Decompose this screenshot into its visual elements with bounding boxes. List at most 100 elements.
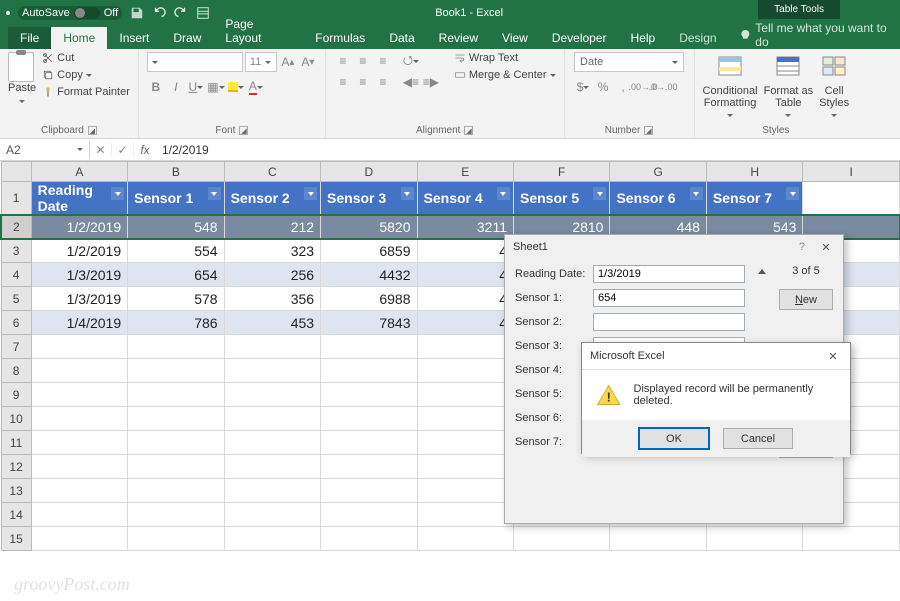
cell[interactable] bbox=[321, 431, 417, 455]
row-header[interactable]: 12 bbox=[1, 455, 31, 479]
undo-icon[interactable] bbox=[152, 6, 166, 20]
row-header[interactable]: 4 bbox=[1, 263, 31, 287]
conditional-formatting-button[interactable]: Conditional Formatting bbox=[703, 52, 758, 120]
filter-icon[interactable] bbox=[304, 187, 317, 200]
row-header[interactable]: 11 bbox=[1, 431, 31, 455]
increase-indent-button[interactable]: ≡▶ bbox=[422, 73, 440, 91]
col-header[interactable]: I bbox=[803, 162, 900, 182]
align-center-button[interactable]: ≡ bbox=[354, 73, 372, 91]
cell[interactable]: 1/4/2019 bbox=[31, 311, 127, 335]
cell[interactable] bbox=[31, 527, 127, 551]
format-painter-button[interactable]: Format Painter bbox=[42, 86, 130, 98]
align-bottom-button[interactable]: ≡ bbox=[374, 52, 392, 70]
cell[interactable]: 356 bbox=[224, 287, 320, 311]
col-header[interactable]: A bbox=[31, 162, 127, 182]
merge-center-button[interactable]: Merge & Center bbox=[454, 69, 556, 81]
row-header[interactable]: 3 bbox=[1, 239, 31, 263]
cell[interactable] bbox=[31, 407, 127, 431]
filter-icon[interactable] bbox=[208, 187, 221, 200]
filter-icon[interactable] bbox=[111, 187, 124, 200]
table-column-header[interactable]: Sensor 5 bbox=[513, 182, 609, 215]
col-header[interactable]: F bbox=[513, 162, 609, 182]
cell[interactable] bbox=[128, 479, 224, 503]
row-header[interactable]: 15 bbox=[1, 527, 31, 551]
cell[interactable]: 578 bbox=[128, 287, 224, 311]
cell[interactable]: 5820 bbox=[321, 215, 417, 239]
cell[interactable]: 256 bbox=[224, 263, 320, 287]
cell[interactable] bbox=[321, 455, 417, 479]
table-column-header[interactable]: Sensor 4 bbox=[417, 182, 513, 215]
cell[interactable] bbox=[417, 527, 513, 551]
cell[interactable] bbox=[31, 479, 127, 503]
cell[interactable] bbox=[321, 359, 417, 383]
table-column-header[interactable]: Reading Date bbox=[31, 182, 127, 215]
cell[interactable] bbox=[417, 383, 513, 407]
cell[interactable] bbox=[128, 431, 224, 455]
cell[interactable]: 1/2/2019 bbox=[31, 239, 127, 263]
cell[interactable]: 1/3/2019 bbox=[31, 287, 127, 311]
cell[interactable] bbox=[417, 503, 513, 527]
row-header[interactable]: 6 bbox=[1, 311, 31, 335]
cell[interactable]: 548 bbox=[128, 215, 224, 239]
underline-button[interactable]: U bbox=[187, 78, 205, 96]
filter-icon[interactable] bbox=[401, 187, 414, 200]
close-icon[interactable]: ✕ bbox=[824, 348, 842, 364]
cell[interactable] bbox=[128, 503, 224, 527]
cell[interactable] bbox=[31, 455, 127, 479]
cell[interactable] bbox=[128, 359, 224, 383]
table-column-header[interactable]: Sensor 1 bbox=[128, 182, 224, 215]
tab-file[interactable]: File bbox=[8, 27, 51, 49]
row-header[interactable]: 7 bbox=[1, 335, 31, 359]
cell[interactable]: 3211 bbox=[417, 215, 513, 239]
formula-input[interactable]: 1/2/2019 bbox=[156, 143, 900, 157]
help-icon[interactable]: ? bbox=[799, 241, 805, 253]
cell[interactable] bbox=[224, 383, 320, 407]
table-column-header[interactable]: Sensor 6 bbox=[610, 182, 706, 215]
cell[interactable] bbox=[224, 479, 320, 503]
autosave-toggle[interactable]: AutoSave Off bbox=[18, 6, 122, 20]
decrease-font-button[interactable]: A▾ bbox=[299, 53, 317, 71]
close-icon[interactable]: ✕ bbox=[817, 239, 835, 255]
row-header[interactable]: 13 bbox=[1, 479, 31, 503]
cell[interactable]: 654 bbox=[128, 263, 224, 287]
scroll-up-icon[interactable] bbox=[758, 269, 766, 274]
dialog-launcher-icon[interactable]: ◢ bbox=[88, 126, 97, 135]
cell[interactable] bbox=[417, 359, 513, 383]
cell[interactable]: 786 bbox=[128, 311, 224, 335]
cell[interactable] bbox=[128, 527, 224, 551]
accounting-button[interactable]: $ bbox=[574, 78, 592, 96]
cell[interactable]: 1/2/2019 bbox=[31, 215, 127, 239]
form-field-input[interactable] bbox=[593, 289, 745, 307]
select-all-corner[interactable] bbox=[1, 162, 31, 182]
cell[interactable]: 4 bbox=[417, 311, 513, 335]
tab-help[interactable]: Help bbox=[619, 27, 668, 49]
enter-formula-button[interactable]: ✓ bbox=[112, 143, 134, 157]
percent-button[interactable]: % bbox=[594, 78, 612, 96]
filter-icon[interactable] bbox=[593, 187, 606, 200]
tab-review[interactable]: Review bbox=[427, 27, 490, 49]
col-header[interactable]: D bbox=[321, 162, 417, 182]
cell[interactable]: 453 bbox=[224, 311, 320, 335]
font-size-combo[interactable]: 11 bbox=[245, 52, 277, 72]
form-field-input[interactable] bbox=[593, 265, 745, 283]
orientation-button[interactable]: ⭯ bbox=[402, 52, 420, 70]
cell[interactable] bbox=[321, 383, 417, 407]
table-column-header[interactable]: Sensor 3 bbox=[321, 182, 417, 215]
format-as-table-button[interactable]: Format as Table bbox=[764, 52, 814, 120]
row-header[interactable]: 9 bbox=[1, 383, 31, 407]
cell[interactable]: 212 bbox=[224, 215, 320, 239]
table-column-header[interactable]: Sensor 2 bbox=[224, 182, 320, 215]
table-column-header[interactable]: Sensor 7 bbox=[706, 182, 802, 215]
copy-button[interactable]: Copy bbox=[42, 69, 130, 81]
dialog-launcher-icon[interactable]: ◢ bbox=[464, 126, 473, 135]
redo-icon[interactable] bbox=[174, 6, 188, 20]
form-icon[interactable] bbox=[196, 6, 210, 20]
cell[interactable] bbox=[31, 431, 127, 455]
cell[interactable] bbox=[128, 335, 224, 359]
ok-button[interactable]: OK bbox=[639, 428, 709, 449]
tab-data[interactable]: Data bbox=[377, 27, 426, 49]
increase-font-button[interactable]: A▴ bbox=[279, 53, 297, 71]
cell[interactable] bbox=[610, 527, 706, 551]
cell[interactable] bbox=[321, 503, 417, 527]
cell[interactable]: 7843 bbox=[321, 311, 417, 335]
